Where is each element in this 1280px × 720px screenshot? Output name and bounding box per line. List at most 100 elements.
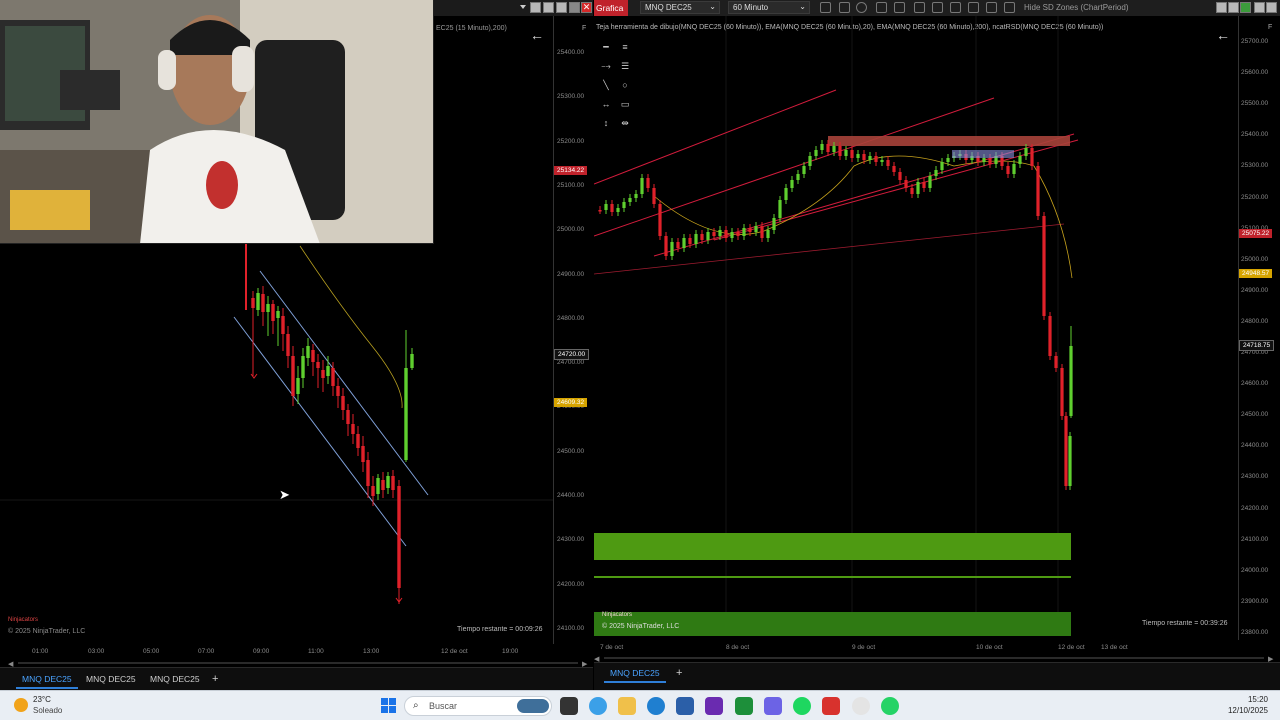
ninjatrader-icon[interactable]	[705, 697, 723, 715]
snap-button[interactable]	[1254, 2, 1265, 13]
task-view-icon[interactable]	[560, 697, 578, 715]
right-price-chart[interactable]	[594, 16, 1238, 640]
search-highlight-icon	[517, 699, 549, 713]
right-candles	[594, 16, 1079, 636]
time-tick-label: 8 de oct	[726, 644, 750, 651]
candle-body	[1012, 164, 1016, 174]
price-tick-label: 24200.00	[1241, 504, 1269, 512]
store-icon[interactable]	[676, 697, 694, 715]
taskbar-search-box[interactable]: ⌕ Buscar	[404, 696, 552, 716]
candle-body	[366, 460, 370, 486]
restore-button[interactable]	[543, 2, 554, 13]
trend-icon[interactable]	[986, 2, 997, 13]
left-time-axis[interactable]: 01:00 03:00 05:00 07:00 09:00 11:00 13:00 12 de…	[0, 644, 553, 660]
candle-body	[796, 174, 800, 180]
zoom-icon[interactable]	[856, 2, 867, 13]
right-price-axis[interactable]: 25700.00 25600.00 25500.00 25400.00 25300.00…	[1238, 16, 1280, 640]
left-price-axis[interactable]: 25400.00 25300.00 25200.00 25100.00 25000.00…	[553, 16, 593, 644]
add-tab-button[interactable]: +	[206, 670, 224, 688]
file-explorer-icon[interactable]	[618, 697, 636, 715]
candle-body	[868, 156, 872, 160]
discord-icon[interactable]	[764, 697, 782, 715]
bars-icon[interactable]	[820, 2, 831, 13]
close-button[interactable]	[1266, 2, 1277, 13]
tab-mnq-dec25-3[interactable]: MNQ DEC25	[144, 671, 206, 687]
candle-body	[281, 316, 285, 334]
spotify-icon[interactable]	[793, 697, 811, 715]
price-tick-label: 24600.00	[1241, 380, 1269, 388]
hide-sd-zones-button[interactable]: Hide SD Zones (ChartPeriod)	[1024, 3, 1128, 12]
pencil-icon[interactable]	[839, 2, 850, 13]
tab-mnq-dec25-right[interactable]: MNQ DEC25	[604, 665, 666, 683]
xbox-icon[interactable]	[735, 697, 753, 715]
search-placeholder: Buscar	[429, 701, 458, 711]
left-tab-bar: MNQ DEC25 MNQ DEC25 MNQ DEC25 +	[0, 667, 593, 690]
price-tick-label: 25700.00	[1241, 38, 1269, 45]
candle-body	[898, 172, 902, 180]
maximize-button[interactable]	[1240, 2, 1251, 13]
anydesk-icon[interactable]	[822, 697, 840, 715]
candle-body	[386, 476, 390, 488]
left-scrollbar[interactable]	[18, 662, 578, 664]
right-scrollbar[interactable]	[604, 657, 1264, 659]
price-tick-label: 25400.00	[557, 49, 585, 56]
copilot-icon[interactable]	[589, 697, 607, 715]
weather-description[interactable]: Soleado	[33, 706, 62, 715]
price-marker-tag: 25134.22	[554, 166, 588, 175]
candle-body	[772, 218, 776, 230]
restore-button[interactable]	[1228, 2, 1239, 13]
hand-icon[interactable]	[876, 2, 887, 13]
candle-body	[946, 158, 950, 162]
minimize-button[interactable]	[1216, 2, 1227, 13]
minimize-button[interactable]	[530, 2, 541, 13]
candle-body	[760, 226, 764, 238]
interval-select[interactable]: 60 Minuto ⌄	[728, 1, 810, 14]
candle-body	[778, 200, 782, 218]
candle-body	[682, 238, 686, 248]
price-tick-label: 24200.00	[557, 580, 585, 588]
weather-temperature[interactable]: 23°C	[33, 695, 51, 704]
candle-body	[880, 160, 884, 162]
weather-sun-icon[interactable]	[14, 698, 28, 712]
templates-icon[interactable]	[968, 2, 979, 13]
whatsapp-icon[interactable]	[881, 697, 899, 715]
candle-body	[886, 160, 890, 166]
windows-start-icon[interactable]	[381, 698, 397, 714]
dropdown-icon[interactable]	[520, 5, 526, 9]
edge-browser-icon[interactable]	[647, 697, 665, 715]
snap-button[interactable]	[569, 2, 580, 13]
candle-body	[634, 194, 638, 198]
properties-icon[interactable]	[914, 2, 925, 13]
candle-body	[616, 208, 620, 212]
candle-body	[1064, 416, 1068, 486]
interval-select-value: 60 Minuto	[733, 3, 769, 12]
maximize-button[interactable]	[556, 2, 567, 13]
chart-menu-title[interactable]: Grafica	[594, 0, 628, 16]
tab-mnq-dec25-1[interactable]: MNQ DEC25	[16, 671, 78, 689]
price-tick-label: 25500.00	[1241, 100, 1269, 108]
chevron-down-icon: ⌄	[709, 2, 716, 11]
tab-mnq-dec25-2[interactable]: MNQ DEC25	[80, 671, 142, 687]
strategies-icon[interactable]	[950, 2, 961, 13]
clock-time[interactable]: 15:20	[1222, 695, 1268, 704]
left-remaining-time: Tiempo restante = 00:09:26	[457, 626, 543, 633]
right-chart-toolbar: Grafica MNQ DEC25 ⌄ 60 Minuto ⌄ Hide SD …	[594, 0, 1280, 16]
price-tick-label: 24800.00	[1241, 317, 1269, 325]
candle-body	[664, 236, 668, 256]
candle-body	[658, 204, 662, 236]
candle-body	[850, 150, 854, 158]
candle-body	[301, 356, 305, 378]
right-time-axis[interactable]: 7 de oct 8 de oct 9 de oct 10 de oct 12 de o…	[594, 640, 1238, 654]
close-icon[interactable]: ✕	[581, 2, 592, 13]
lines-icon[interactable]	[1004, 2, 1015, 13]
chrome-icon[interactable]	[852, 697, 870, 715]
instrument-select[interactable]: MNQ DEC25 ⌄	[640, 1, 720, 14]
clock-date[interactable]: 12/10/2025	[1222, 706, 1268, 715]
webcam-overlay	[0, 0, 434, 244]
candle-body	[694, 234, 698, 244]
candle-body	[892, 166, 896, 172]
cursor-icon[interactable]	[894, 2, 905, 13]
price-tick-label: 25300.00	[1241, 162, 1269, 170]
add-tab-button[interactable]: +	[670, 664, 688, 682]
indicators-icon[interactable]	[932, 2, 943, 13]
